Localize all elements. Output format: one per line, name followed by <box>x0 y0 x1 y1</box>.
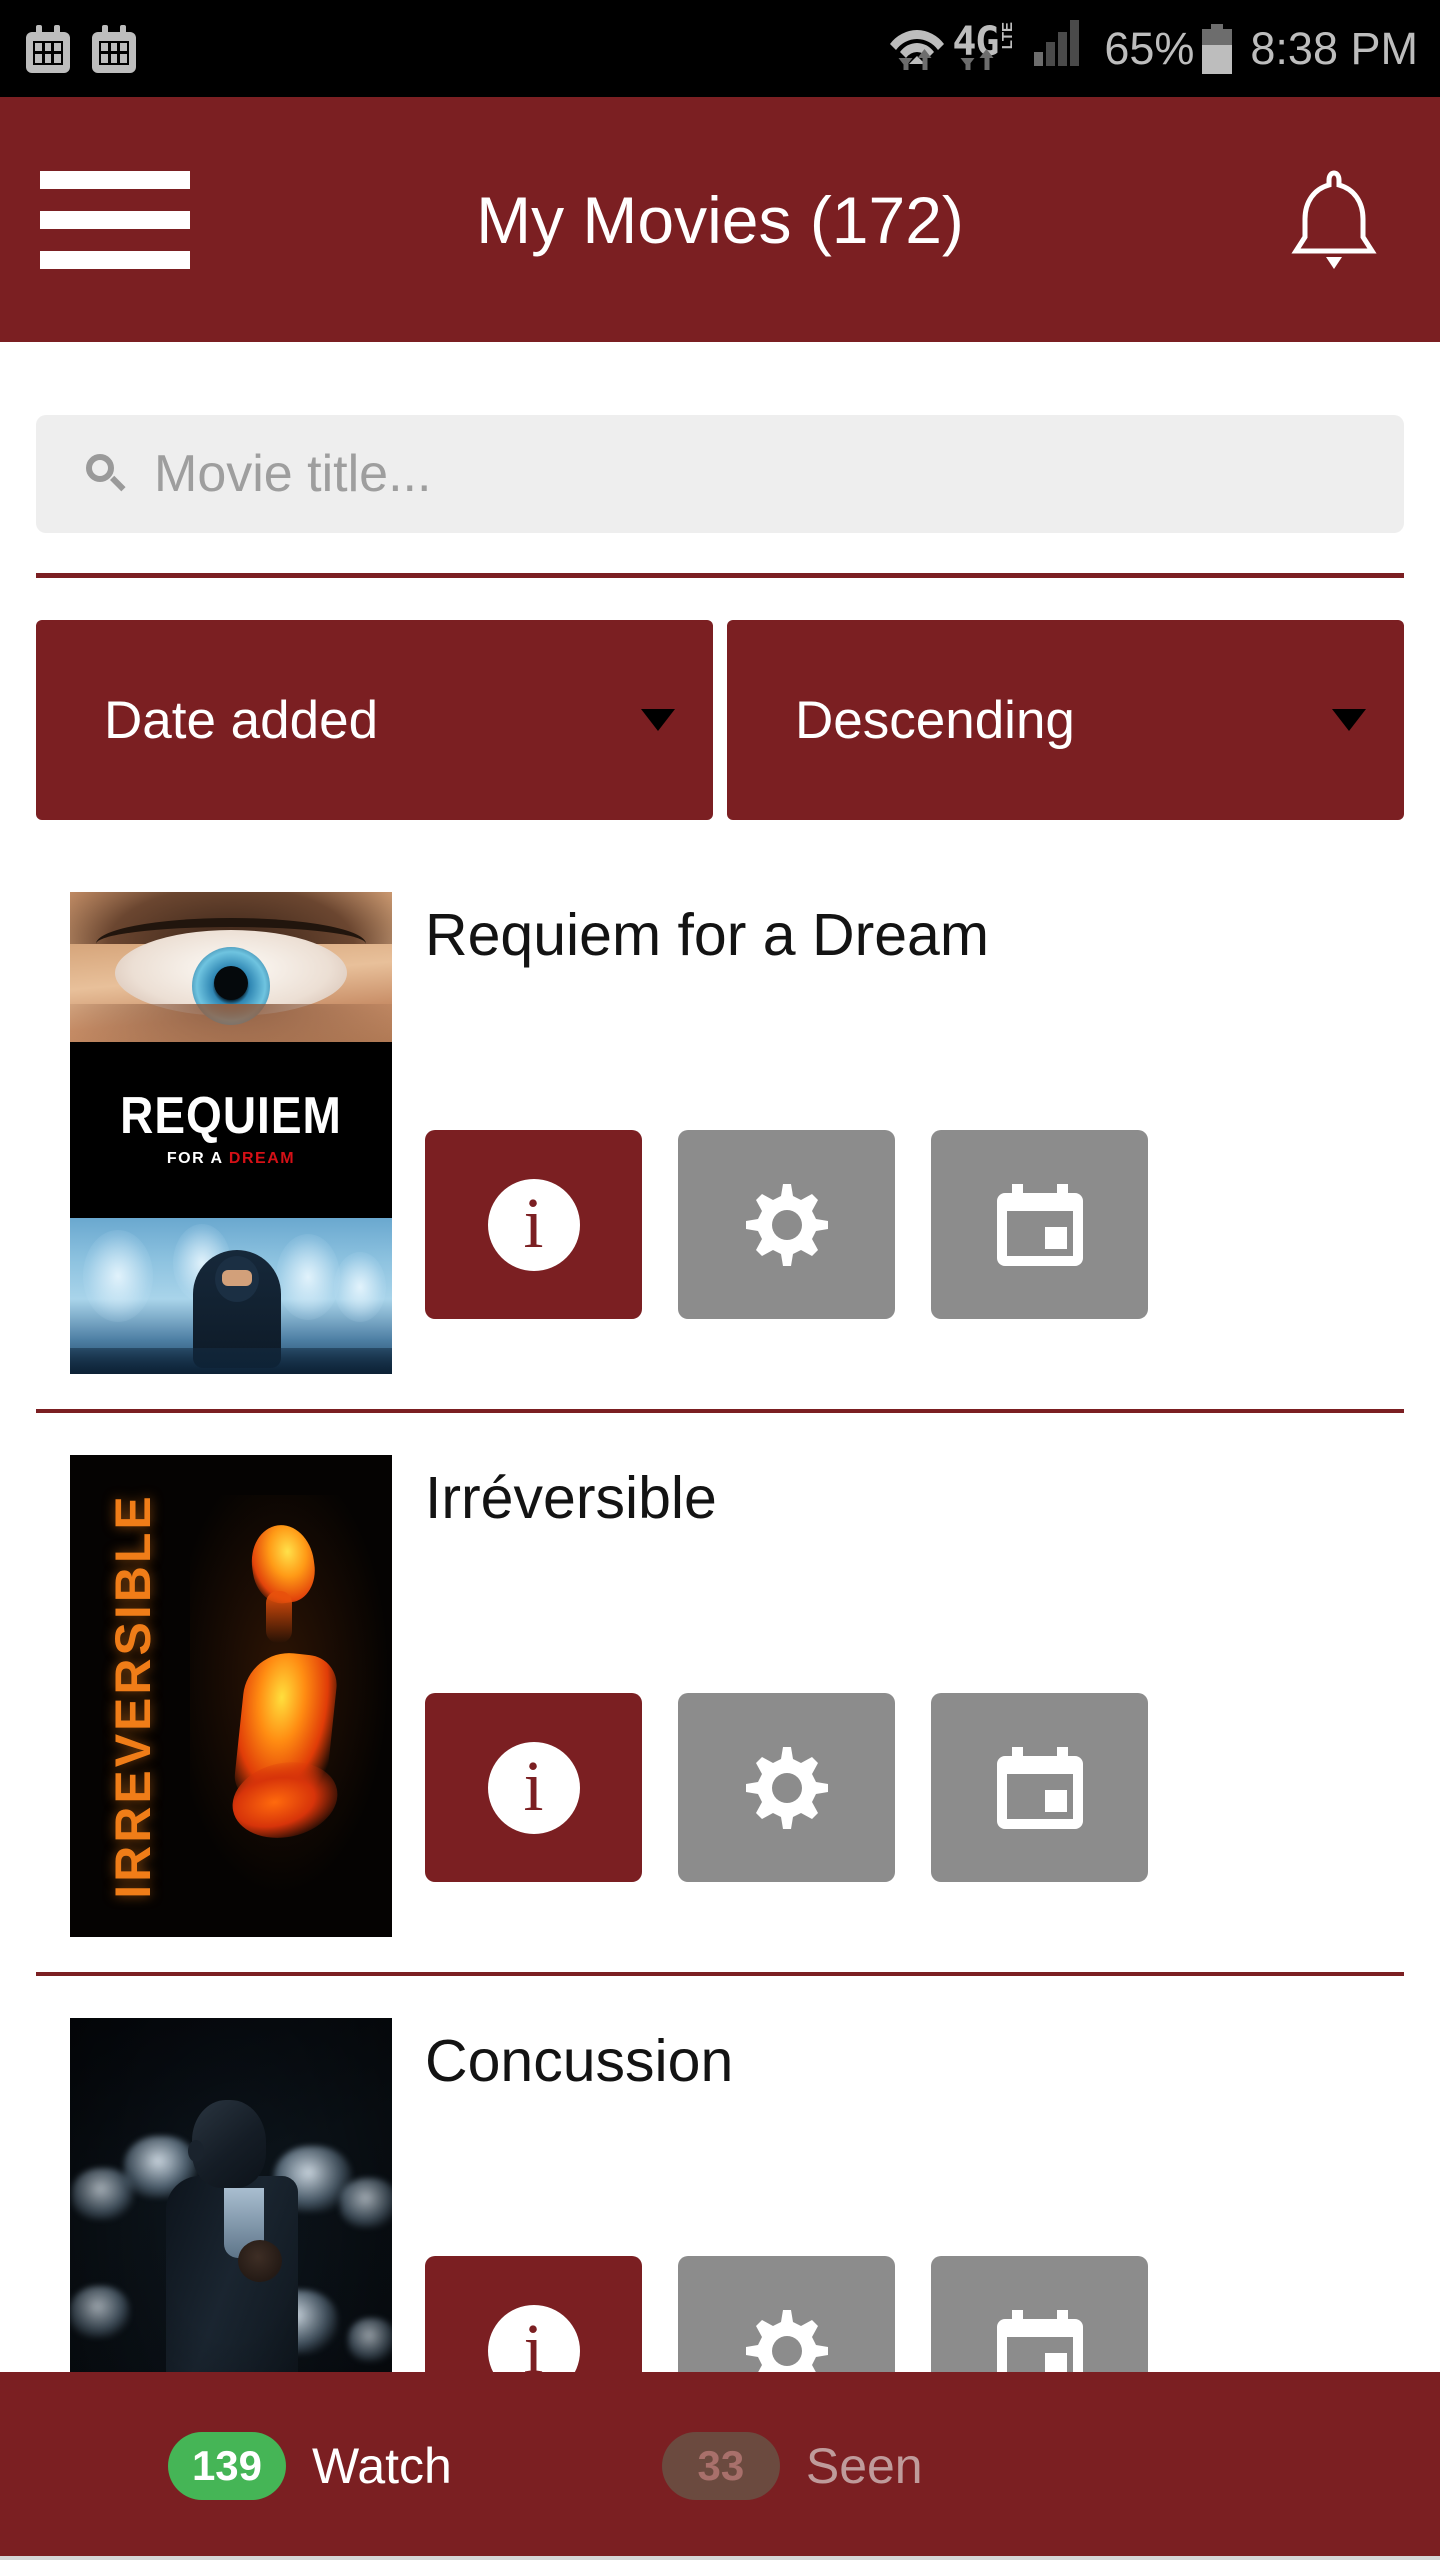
clock-label: 8:38 PM <box>1250 22 1418 74</box>
battery-icon <box>1202 23 1233 74</box>
info-icon: i <box>487 1178 580 1271</box>
list-item[interactable]: Concussion i <box>0 1976 1440 2420</box>
info-icon: i <box>487 1741 580 1834</box>
filter-bar: Date added Descending <box>36 620 1404 820</box>
app-bar: My Movies (172) <box>0 97 1440 342</box>
gear-icon <box>741 1179 833 1271</box>
watch-count-badge: 139 <box>168 2432 286 2500</box>
status-bar-indicators: 4G LTE 65% 8:38 PM <box>886 18 1418 80</box>
bottom-tab-bar: 139 Watch 33 Seen <box>0 2372 1440 2560</box>
tab-seen[interactable]: 33 Seen <box>661 2432 923 2500</box>
status-bar: 4G LTE 65% 8:38 PM <box>0 0 1440 97</box>
wifi-icon <box>886 18 948 80</box>
poster-sub-text-red: DREAM <box>228 1150 296 1167</box>
movie-details: Irréversible i <box>392 1455 1440 1976</box>
poster-sub-text-white: FOR A <box>166 1150 229 1167</box>
settings-button[interactable] <box>678 1130 895 1319</box>
movie-poster[interactable]: IRREVERSIBLE <box>70 1455 392 1937</box>
movie-details: Concussion i <box>392 2018 1440 2420</box>
network-type-indicator: 4G LTE <box>952 18 1030 80</box>
movie-poster[interactable]: REQUIEM FOR A DREAM <box>70 892 392 1374</box>
page-title: My Movies (172) <box>476 182 964 257</box>
sort-by-dropdown[interactable]: Date added <box>36 620 713 820</box>
tab-watch[interactable]: 139 Watch <box>168 2432 452 2500</box>
movie-actions: i <box>425 1130 1148 1319</box>
list-item[interactable]: REQUIEM FOR A DREAM Requiem for a Dream <box>0 850 1440 1413</box>
gear-icon <box>741 1742 833 1834</box>
search-placeholder: Movie title... <box>154 445 432 503</box>
movie-title: Requiem for a Dream <box>425 902 989 968</box>
navigation-hint-bar <box>0 2556 1440 2560</box>
poster-art-eye <box>70 892 392 1042</box>
poster-art-figure <box>225 1521 350 1855</box>
sort-order-label: Descending <box>795 690 1075 750</box>
movie-actions: i <box>425 1693 1148 1882</box>
movie-details: Requiem for a Dream i <box>392 892 1440 1413</box>
sort-by-label: Date added <box>104 690 379 750</box>
poster-main-text: IRREVERSIBLE <box>105 1493 161 1899</box>
calendar-icon <box>26 24 70 73</box>
network-sup-label: LTE <box>998 21 1016 49</box>
hamburger-menu-icon[interactable] <box>40 170 190 269</box>
app-root: 4G LTE 65% 8:38 PM My Movies (172) Movie… <box>0 0 1440 2560</box>
signal-bars-icon <box>1034 18 1094 80</box>
battery-percent-label: 65% <box>1104 22 1195 74</box>
calendar-icon <box>996 1183 1083 1266</box>
list-item[interactable]: IRREVERSIBLE Irréversible i <box>0 1413 1440 1976</box>
poster-title-band: REQUIEM FOR A DREAM <box>70 1042 392 1218</box>
chevron-down-icon <box>641 709 675 731</box>
seen-count-badge: 33 <box>661 2432 780 2500</box>
movie-list[interactable]: REQUIEM FOR A DREAM Requiem for a Dream <box>0 850 1440 2420</box>
info-button[interactable]: i <box>425 1130 642 1319</box>
sort-order-dropdown[interactable]: Descending <box>727 620 1404 820</box>
movie-poster[interactable] <box>70 2018 392 2420</box>
info-button[interactable]: i <box>425 1693 642 1882</box>
status-bar-notifications <box>26 24 136 73</box>
calendar-icon <box>92 24 136 73</box>
calendar-icon <box>996 1746 1083 1829</box>
poster-main-text: REQUIEM <box>120 1085 342 1145</box>
movie-title: Irréversible <box>425 1465 717 1531</box>
search-divider <box>36 573 1404 578</box>
search-input[interactable]: Movie title... <box>36 415 1404 533</box>
calendar-button[interactable] <box>931 1693 1148 1882</box>
poster-art-scene <box>70 1218 392 1374</box>
calendar-button[interactable] <box>931 1130 1148 1319</box>
movie-title: Concussion <box>425 2028 734 2094</box>
search-field[interactable]: Movie title... <box>36 415 1404 533</box>
watch-tab-label: Watch <box>312 2438 452 2494</box>
search-icon <box>86 454 126 494</box>
settings-button[interactable] <box>678 1693 895 1882</box>
chevron-down-icon <box>1332 709 1366 731</box>
seen-tab-label: Seen <box>805 2438 923 2494</box>
bell-icon[interactable] <box>1286 165 1382 275</box>
